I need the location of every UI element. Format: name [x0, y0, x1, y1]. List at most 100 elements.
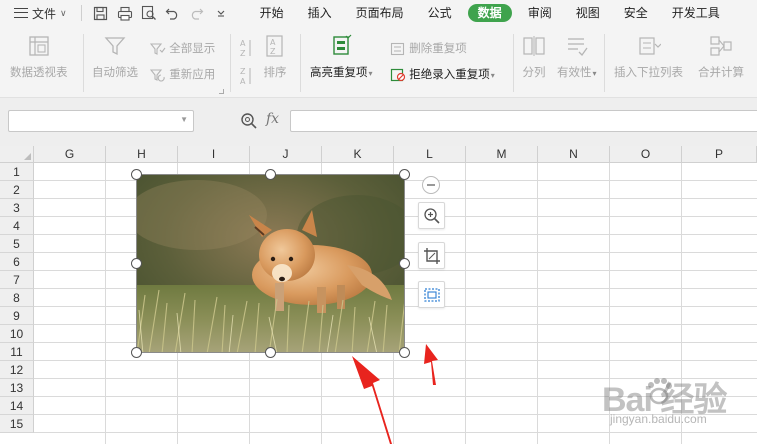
row-header-15[interactable]: 15: [0, 415, 34, 433]
split-columns-button[interactable]: 分列: [522, 34, 546, 80]
name-box[interactable]: ▼: [8, 110, 194, 132]
formula-input[interactable]: [290, 110, 757, 132]
ribbon-divider: [230, 34, 231, 92]
row-header-2[interactable]: 2: [0, 181, 34, 199]
row-header-5[interactable]: 5: [0, 235, 34, 253]
row-header-6[interactable]: 6: [0, 253, 34, 271]
row-header-7[interactable]: 7: [0, 271, 34, 289]
print-preview-icon[interactable]: [140, 4, 158, 22]
ribbon-divider: [604, 34, 605, 92]
row-header-3[interactable]: 3: [0, 199, 34, 217]
column-header-h[interactable]: H: [106, 146, 178, 163]
validity-button[interactable]: 有效性▾: [557, 34, 597, 80]
row-header-14[interactable]: 14: [0, 397, 34, 415]
ribbon-divider: [83, 34, 84, 92]
menu-divider: [80, 5, 82, 21]
consolidate-icon: [710, 36, 732, 56]
tab-view[interactable]: 视图: [564, 0, 612, 26]
column-header-l[interactable]: L: [394, 146, 466, 163]
pivot-table-icon: [29, 36, 49, 56]
fx-label[interactable]: fx: [266, 111, 279, 127]
tab-page-layout[interactable]: 页面布局: [344, 0, 416, 26]
formula-bar: ▼ fx: [0, 98, 757, 146]
sort-descending-icon: ZA: [240, 67, 251, 86]
row-header-1[interactable]: 1: [0, 163, 34, 181]
validity-label: 有效性: [557, 67, 592, 79]
show-all-icon: [150, 43, 166, 55]
consolidate-button[interactable]: 合并计算: [698, 34, 744, 80]
svg-text:Z: Z: [240, 49, 246, 58]
inserted-picture[interactable]: [136, 174, 405, 353]
customize-toolbar-icon[interactable]: [212, 4, 230, 22]
highlight-duplicates-label: 高亮重复项: [310, 67, 368, 79]
show-all-button[interactable]: 全部显示: [150, 40, 215, 56]
auto-filter-button[interactable]: 自动筛选: [92, 34, 138, 80]
file-menu[interactable]: 文件 ∨: [0, 0, 75, 26]
ribbon: 数据透视表 自动筛选 全部显示 重新应用 AZ ZA AZ 排序 高亮重复项▾ …: [0, 26, 757, 98]
delete-duplicates-button[interactable]: 删除重复项: [390, 40, 467, 56]
tab-review[interactable]: 审阅: [516, 0, 564, 26]
column-header-o[interactable]: O: [610, 146, 682, 163]
save-icon[interactable]: [92, 4, 110, 22]
row-header-12[interactable]: 12: [0, 361, 34, 379]
tab-developer[interactable]: 开发工具: [660, 0, 732, 26]
print-icon[interactable]: [116, 4, 134, 22]
reject-duplicate-entry-button[interactable]: 拒绝录入重复项▾: [390, 66, 495, 82]
column-header-k[interactable]: K: [322, 146, 394, 163]
sort-descending-button[interactable]: ZA: [240, 66, 254, 86]
row-header-13[interactable]: 13: [0, 379, 34, 397]
row-header-8[interactable]: 8: [0, 289, 34, 307]
row-header-4[interactable]: 4: [0, 217, 34, 235]
highlight-duplicates-button[interactable]: 高亮重复项▾: [310, 34, 373, 80]
reapply-button[interactable]: 重新应用: [150, 66, 215, 82]
resize-handle-right[interactable]: [399, 258, 410, 269]
resize-handle-top-right[interactable]: [399, 169, 410, 180]
picture-effects-button[interactable]: [418, 281, 445, 308]
undo-icon[interactable]: [164, 4, 182, 22]
ribbon-divider: [513, 34, 514, 92]
resize-handle-left[interactable]: [131, 258, 142, 269]
arrow-to-bottom-handle: [352, 356, 392, 444]
picture-frame-icon: [423, 287, 440, 302]
crop-picture-button[interactable]: [418, 242, 445, 269]
resize-handle-bottom-left[interactable]: [131, 347, 142, 358]
split-columns-label: 分列: [522, 67, 546, 79]
sort-button[interactable]: AZ 排序: [263, 34, 287, 80]
tab-data[interactable]: 数据: [467, 4, 512, 22]
delete-duplicates-label: 删除重复项: [409, 43, 467, 55]
sort-ascending-icon: AZ: [240, 39, 251, 58]
tab-insert[interactable]: 插入: [296, 0, 344, 26]
resize-handle-top-left[interactable]: [131, 169, 142, 180]
insert-dropdown-list-button[interactable]: 插入下拉列表: [614, 34, 683, 80]
column-header-i[interactable]: I: [178, 146, 250, 163]
chevron-down-icon: ∨: [60, 7, 67, 18]
sort-ascending-button[interactable]: AZ: [240, 38, 254, 58]
grid-line: [465, 163, 466, 444]
sort-label: 排序: [263, 67, 287, 79]
zoom-picture-button[interactable]: [418, 202, 445, 229]
column-header-m[interactable]: M: [466, 146, 538, 163]
tab-home[interactable]: 开始: [248, 0, 296, 26]
filter-group-launcher-icon[interactable]: [219, 89, 224, 94]
resize-handle-bottom[interactable]: [265, 347, 276, 358]
column-header-g[interactable]: G: [34, 146, 106, 163]
delete-duplicates-icon: [390, 42, 405, 56]
select-all-corner[interactable]: [0, 146, 34, 163]
tab-formulas[interactable]: 公式: [416, 0, 464, 26]
zoom-icon[interactable]: [240, 112, 258, 130]
tab-security[interactable]: 安全: [612, 0, 660, 26]
collapse-toolbar-button[interactable]: [422, 176, 440, 194]
redo-icon[interactable]: [188, 4, 206, 22]
column-header-j[interactable]: J: [250, 146, 322, 163]
chevron-down-icon[interactable]: ▼: [180, 115, 188, 124]
column-header-p[interactable]: P: [682, 146, 757, 163]
reapply-label: 重新应用: [169, 69, 216, 81]
row-header-9[interactable]: 9: [0, 307, 34, 325]
pivot-table-button[interactable]: 数据透视表: [10, 34, 68, 80]
column-header-n[interactable]: N: [538, 146, 610, 163]
zoom-in-icon: [423, 207, 440, 224]
resize-handle-top[interactable]: [265, 169, 276, 180]
paw-logo-icon: [648, 378, 672, 405]
row-header-10[interactable]: 10: [0, 325, 34, 343]
row-header-11[interactable]: 11: [0, 343, 34, 361]
